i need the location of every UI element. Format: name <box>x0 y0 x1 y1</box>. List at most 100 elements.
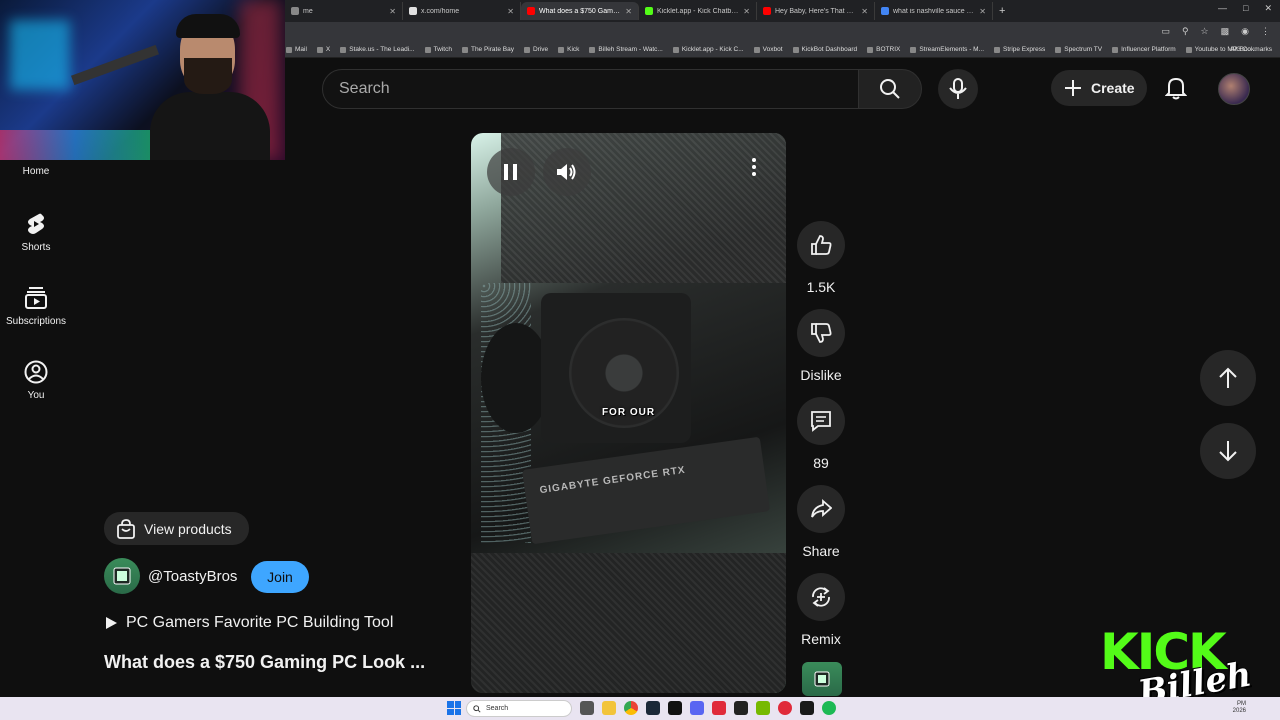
bookmark-item[interactable]: BOTRIX <box>867 46 900 53</box>
volume-button[interactable] <box>543 148 591 196</box>
obs-icon[interactable] <box>778 701 792 715</box>
channel-avatar[interactable] <box>104 558 140 594</box>
bookmark-label: KickBot Dashboard <box>801 46 858 53</box>
bookmark-item[interactable]: Drive <box>523 46 548 53</box>
tab-close-icon[interactable]: ✕ <box>625 7 632 16</box>
sidebar-item-label: Subscriptions <box>5 316 67 327</box>
windows-start-icon[interactable] <box>447 701 461 715</box>
task-view-icon[interactable] <box>580 701 594 715</box>
bookmark-item[interactable]: Stake.us - The Leadi... <box>340 46 415 53</box>
sidebar-item-you[interactable]: You <box>0 360 72 401</box>
extensions-icon[interactable]: ▩ <box>1221 26 1230 37</box>
bookmark-item[interactable]: Voxbot <box>753 46 783 53</box>
tab-close-icon[interactable]: ✕ <box>389 7 396 16</box>
account-avatar[interactable] <box>1218 73 1250 105</box>
terminal-icon[interactable] <box>734 701 748 715</box>
menu-icon[interactable]: ⋮ <box>1261 26 1270 37</box>
bookmark-item[interactable]: Spectrum TV <box>1055 46 1102 53</box>
spotify-icon[interactable] <box>822 701 836 715</box>
browser-tab[interactable]: what is nashville sauce - Googl ✕ <box>875 2 993 20</box>
create-button[interactable]: Create <box>1051 70 1147 106</box>
app-icon-dark[interactable] <box>800 701 814 715</box>
steam-icon[interactable] <box>646 701 660 715</box>
join-button[interactable]: Join <box>251 561 309 593</box>
zoom-icon[interactable]: ⚲ <box>1182 26 1189 37</box>
create-label: Create <box>1091 80 1135 96</box>
view-products-button[interactable]: View products <box>104 512 249 545</box>
bookmark-item[interactable]: X <box>316 46 330 53</box>
bookmark-item[interactable]: Kick <box>558 46 579 53</box>
tab-close-icon[interactable]: ✕ <box>861 7 868 16</box>
taskbar-search[interactable]: Search <box>466 700 572 717</box>
video-title[interactable]: What does a $750 Gaming PC Look ... <box>104 652 444 673</box>
sidebar-item-shorts[interactable]: Shorts <box>0 212 72 253</box>
bookmark-item[interactable]: Mail <box>286 46 307 53</box>
sidebar-item-home[interactable]: Home <box>0 166 72 177</box>
video-caption: FOR OUR <box>601 407 656 418</box>
bookmark-item[interactable]: Stripe Express <box>994 46 1045 53</box>
search-input[interactable]: Search <box>322 69 859 109</box>
minimize-icon[interactable]: — <box>1218 3 1227 14</box>
share-button[interactable] <box>797 485 845 533</box>
tab-favicon-icon <box>527 7 535 15</box>
streamer-shirt <box>150 92 270 160</box>
comments-button[interactable] <box>797 397 845 445</box>
browser-tab[interactable]: What does a $750 Gaming ✕ <box>521 2 639 20</box>
video-case-floor <box>471 553 786 693</box>
remix-button[interactable] <box>797 573 845 621</box>
nvidia-icon[interactable] <box>756 701 770 715</box>
channel-name[interactable]: @ToastyBros <box>148 568 237 585</box>
bookmark-item[interactable]: StreamElements - M... <box>910 46 984 53</box>
browser-tab[interactable]: me ✕ <box>285 2 403 20</box>
notifications-button[interactable] <box>1160 72 1192 104</box>
playlist-link[interactable]: PC Gamers Favorite PC Building Tool <box>104 614 393 632</box>
bookmark-favicon-icon <box>910 46 917 53</box>
bookmark-item[interactable]: The Pirate Bay <box>461 46 514 53</box>
taskbar-clock[interactable]: PM 2026 <box>1233 701 1246 715</box>
previous-short-button[interactable] <box>1200 350 1256 406</box>
browser-tab[interactable]: x.com/home ✕ <box>403 2 521 20</box>
bookmark-item[interactable]: Billeh Stream - Watc... <box>589 46 663 53</box>
next-short-button[interactable] <box>1200 423 1256 479</box>
bookmark-favicon-icon <box>589 46 596 53</box>
dislike-button[interactable] <box>797 309 845 357</box>
search-button[interactable] <box>858 69 922 109</box>
bookmark-favicon-icon <box>753 46 760 53</box>
tab-close-icon[interactable]: ✕ <box>743 7 750 16</box>
rgb-keyboard <box>0 130 150 160</box>
app-icon-red[interactable] <box>712 701 726 715</box>
sidebar-item-subscriptions[interactable]: Subscriptions <box>0 286 72 327</box>
browser-tab[interactable]: Hey Baby, Here's That Song Yo ✕ <box>757 2 875 20</box>
sound-channel-thumbnail[interactable] <box>802 662 842 696</box>
discord-icon[interactable] <box>690 701 704 715</box>
all-bookmarks[interactable]: All Bookmarks <box>1230 46 1272 53</box>
tab-title: me <box>303 7 313 15</box>
file-explorer-icon[interactable] <box>602 701 616 715</box>
new-tab-button[interactable]: + <box>999 5 1005 17</box>
close-icon[interactable]: ✕ <box>1264 3 1272 14</box>
like-button[interactable] <box>797 221 845 269</box>
share-icon <box>811 499 832 518</box>
voice-search-button[interactable] <box>938 69 978 109</box>
cast-icon[interactable]: ▭ <box>1161 26 1170 37</box>
maximize-icon[interactable]: □ <box>1243 3 1248 14</box>
more-options-icon[interactable] <box>748 155 760 179</box>
profile-icon[interactable]: ◉ <box>1241 26 1249 37</box>
epic-games-icon[interactable] <box>668 701 682 715</box>
star-icon[interactable]: ☆ <box>1201 26 1209 37</box>
bookmark-item[interactable]: Kicklet.app - Kick C... <box>672 46 744 53</box>
arrow-up-icon <box>1219 367 1237 388</box>
bookmark-item[interactable]: Twitch <box>424 46 452 53</box>
comment-count: 89 <box>813 455 829 471</box>
bookmark-label: Influencer Platform <box>1121 46 1176 53</box>
browser-tab[interactable]: Kicklet.app - Kick Chatbot and ✕ <box>639 2 757 20</box>
bookmark-item[interactable]: Influencer Platform <box>1112 46 1176 53</box>
tab-close-icon[interactable]: ✕ <box>979 7 986 16</box>
short-video-player[interactable]: GIGABYTE GEFORCE RTX FOR OUR <box>471 133 786 693</box>
windows-taskbar: Search PM 2026 <box>0 697 1280 720</box>
subscriptions-icon <box>25 287 47 309</box>
pause-button[interactable] <box>487 148 535 196</box>
tab-close-icon[interactable]: ✕ <box>507 7 514 16</box>
bookmark-item[interactable]: KickBot Dashboard <box>792 46 858 53</box>
chrome-icon[interactable] <box>624 701 638 715</box>
